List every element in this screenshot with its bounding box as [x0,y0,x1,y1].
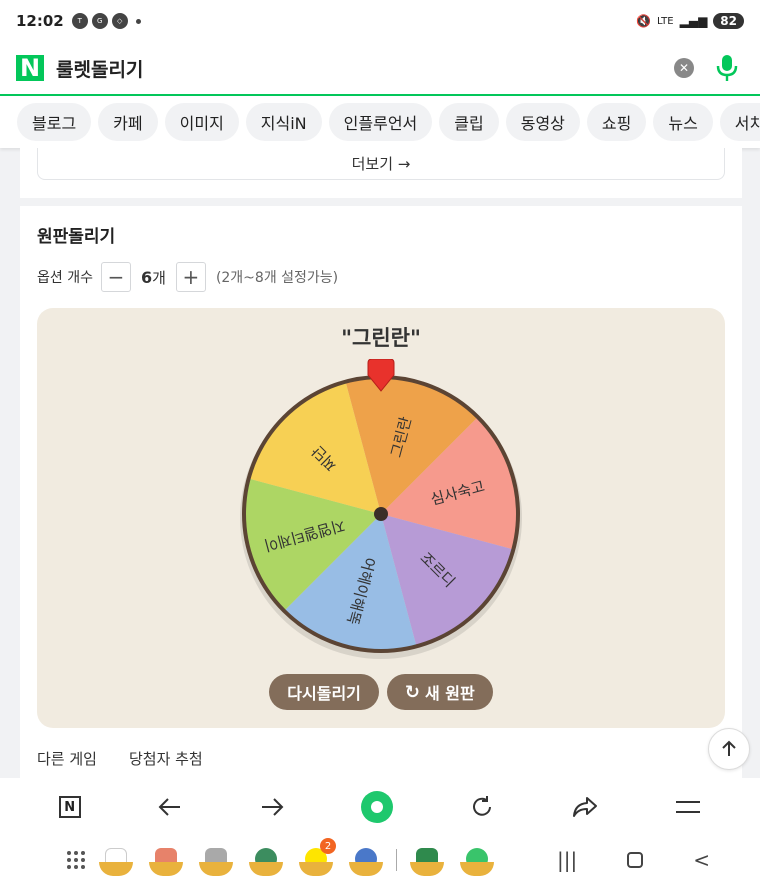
roulette-card: 원판돌리기 옵션 개수 − 6개 + (2개~8개 설정가능) "그린란" 그린… [20,206,742,786]
globe-app-icon[interactable] [248,842,284,878]
option-count-label: 옵션 개수 [37,270,93,286]
back-arrow-icon[interactable] [158,797,182,817]
tab-item[interactable]: 서치피드 [719,103,760,141]
section-title: 원판돌리기 [37,227,116,247]
naver-logo-icon[interactable]: N [16,54,44,82]
option-count-row: 옵션 개수 − 6개 + (2개~8개 설정가능) [37,262,338,292]
tab-item[interactable]: 블로그 [17,103,92,141]
status-bar: 12:02 T G ◇ 🔇 LTE ▂▄▆ 82 [0,0,760,42]
battery-indicator: 82 [713,13,744,29]
more-button[interactable]: 더보기 → [37,148,725,180]
forward-arrow-icon[interactable] [260,797,284,817]
previous-section-card: 더보기 → [20,148,742,198]
talk-icon: T [71,13,88,29]
clear-search-button[interactable]: ✕ [674,58,694,78]
game-buttons: 다시돌리기 ↻ 새 원판 [37,674,725,710]
status-right: 🔇 LTE ▂▄▆ 82 [636,13,744,29]
dock-separator [396,849,397,871]
refresh-icon: ↻ [404,681,420,703]
new-wheel-label: 새 원판 [424,684,475,703]
status-time: 12:02 [16,12,64,30]
lte-icon: LTE [656,15,674,27]
notification-dot-icon [135,18,141,24]
menu-icon[interactable] [675,799,701,815]
tab-item[interactable]: 동영상 [505,103,580,141]
g-icon: G [91,13,108,29]
mail-app-icon[interactable] [198,842,234,878]
green-dot-icon[interactable] [360,791,393,823]
spin-again-button[interactable]: 다시돌리기 [269,674,379,710]
tab-item[interactable]: 뉴스 [653,103,713,141]
search-tabs: 블로그카페이미지지식iN인플루언서클립동영상쇼핑뉴스서치피드 [0,96,760,148]
increase-button[interactable]: + [175,262,206,292]
chip-app-icon[interactable] [409,842,445,878]
search-input[interactable]: 룰렛돌리기 [56,55,143,82]
tab-item[interactable]: 클립 [439,103,499,141]
recents-icon[interactable]: ||| [557,848,577,872]
apps-grid-icon[interactable] [66,850,86,874]
wheel-hub [374,507,388,521]
tab-item[interactable]: 쇼핑 [586,103,647,141]
other-games-label: 다른 게임 [37,750,97,768]
other-games: 다른 게임 당첨자 추첨 [37,748,203,769]
share-icon[interactable] [572,796,598,818]
home-icon[interactable] [627,852,644,868]
roulette-game-area: "그린란" 그린란 심사숙고 조르디 어헤이해똑 지엠엘티제이 찌단 다시돌리기 ↻ 새 … [37,308,725,728]
arrow-up-icon [722,740,736,756]
settings-app-icon[interactable] [348,842,384,878]
option-count-unit: 개 [152,268,166,287]
scroll-top-button[interactable] [708,728,750,770]
app-dock: 2 ||| < [0,836,760,884]
sync-icon: ◇ [111,13,128,29]
decrease-button[interactable]: − [100,262,131,292]
naver-home-icon[interactable]: N [58,796,81,818]
result-text: "그린란" [341,326,421,350]
option-count-number: 6 [140,267,153,287]
winner-draw-link[interactable]: 당첨자 추첨 [129,748,203,769]
network-app-icon[interactable] [459,842,495,878]
back-icon[interactable]: < [693,848,710,872]
option-count-value: 6개 [141,267,166,288]
tab-item[interactable]: 이미지 [164,103,239,141]
signal-icon: ▂▄▆ [679,14,708,28]
refresh-page-icon[interactable] [470,795,494,819]
kakaotalk-app-icon[interactable]: 2 [298,838,336,878]
roulette-wheel[interactable]: 그린란심사숙고조르디어헤이해똑지엠엘티제이찌단 [236,359,526,664]
phone-app-icon[interactable] [98,842,134,878]
new-wheel-button[interactable]: ↻ 새 원판 [386,674,493,710]
notes-app-icon[interactable] [148,842,184,878]
system-nav: ||| < [557,848,710,872]
browser-bottom-nav: N [0,778,760,836]
mute-icon: 🔇 [636,14,651,28]
option-count-hint: (2개~8개 설정가능) [215,270,339,286]
notification-badge: 2 [320,838,336,854]
tab-item[interactable]: 인플루언서 [328,103,433,141]
search-bar: N 룰렛돌리기 ✕ [0,42,760,96]
tab-item[interactable]: 카페 [98,103,158,141]
microphone-icon[interactable] [716,54,738,82]
tab-item[interactable]: 지식iN [245,103,322,141]
